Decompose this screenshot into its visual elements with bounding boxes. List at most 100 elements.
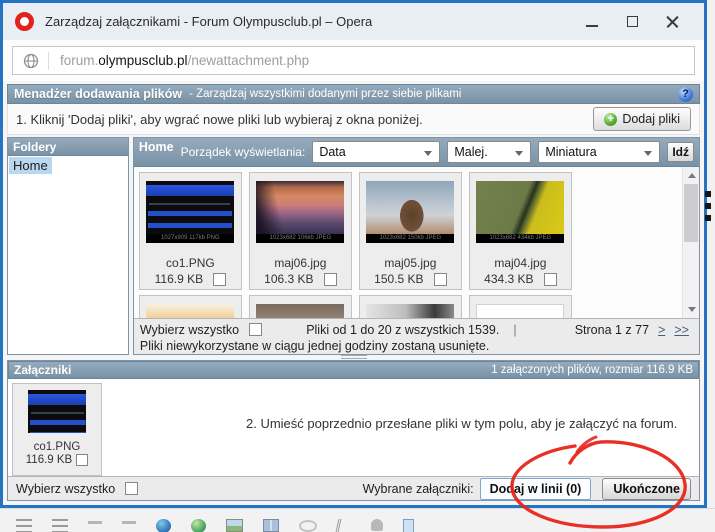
file-cell[interactable]: [249, 295, 352, 318]
attachments-header: Załączniki 1 załączonych plików, rozmiar…: [8, 361, 699, 379]
main-area: Foldery Home Home Porządek wyświetlania:…: [7, 137, 700, 355]
background-window-fragment: [705, 215, 711, 221]
file-cell[interactable]: [359, 295, 462, 318]
file-name: co1.PNG: [166, 256, 215, 270]
screenshot-stage: Zarządzaj załącznikami - Forum Olympuscl…: [0, 0, 715, 532]
url-prefix: forum.: [60, 53, 98, 68]
file-size: 434.3 KB: [484, 272, 533, 286]
file-cell[interactable]: [139, 295, 242, 318]
scroll-down-icon[interactable]: [683, 301, 699, 318]
file-thumbnail: 1023x682 106kb JPEG: [256, 181, 344, 243]
add-files-label: Dodaj pliki: [622, 112, 680, 126]
taskbar-icon[interactable]: [299, 520, 317, 532]
maximize-icon: [627, 16, 638, 27]
taskbar-icon[interactable]: [191, 519, 206, 532]
view-value: Miniatura: [545, 145, 596, 159]
step1-text: 1. Kliknij 'Dodaj pliki', aby wgrać nowe…: [16, 112, 423, 127]
attach-select-all-checkbox[interactable]: [125, 482, 138, 495]
add-inline-button[interactable]: Dodaj w linii (0): [480, 478, 592, 500]
file-size: 150.5 KB: [374, 272, 423, 286]
file-checkbox[interactable]: [213, 273, 226, 286]
help-icon[interactable]: ?: [678, 87, 693, 102]
thumbnail-scrollbar[interactable]: [682, 167, 699, 318]
view-select[interactable]: Miniatura: [538, 141, 660, 163]
manager-title: Menadżer dodawania plików: [14, 87, 182, 101]
globe-icon: [23, 53, 39, 69]
sort-select[interactable]: Data: [312, 141, 440, 163]
url-text: forum.olympusclub.pl/newattachment.php: [60, 53, 309, 68]
attachment-size: 116.9 KB: [26, 454, 72, 466]
opera-window: Zarządzaj załącznikami - Forum Olympuscl…: [0, 0, 707, 508]
taskbar: [0, 508, 715, 532]
thumb-caption: 1027x909 117kb PNG: [146, 234, 234, 243]
maximize-button[interactable]: [612, 7, 652, 37]
manager-header: Menadżer dodawania plików - Zarządzaj ws…: [7, 84, 700, 104]
file-cell[interactable]: [469, 295, 572, 318]
taskbar-icon[interactable]: [371, 519, 383, 531]
select-all-checkbox[interactable]: [249, 323, 262, 336]
attachment-checkbox[interactable]: [76, 454, 88, 466]
file-cell[interactable]: 1027x909 117kb PNG co1.PNG 116.9 KB: [139, 172, 242, 290]
url-input[interactable]: forum.olympusclub.pl/newattachment.php: [12, 46, 695, 75]
url-domain: olympusclub.pl: [98, 53, 187, 68]
thumb-caption: 1023x682 150kb JPEG: [366, 234, 454, 243]
next-page-link[interactable]: >: [658, 323, 665, 337]
file-cell[interactable]: 1023x682 150kb JPEG maj05.jpg 150.5 KB: [359, 172, 462, 290]
plus-icon: +: [604, 113, 617, 126]
file-checkbox[interactable]: [324, 273, 337, 286]
page-content: Menadżer dodawania plików - Zarządzaj ws…: [3, 81, 704, 505]
window-controls: [572, 7, 692, 37]
address-bar: forum.olympusclub.pl/newattachment.php: [3, 40, 704, 81]
last-page-link[interactable]: >>: [674, 323, 689, 337]
step2-text: 2. Umieść poprzednio przesłane pliki w t…: [246, 416, 677, 431]
file-thumbnail: 1023x682 434kb JPEG: [476, 181, 564, 243]
thumbnail-row-1: 1027x909 117kb PNG co1.PNG 116.9 KB 1023…: [134, 167, 576, 290]
taskbar-icon[interactable]: [156, 519, 171, 532]
title-bar: Zarządzaj załącznikami - Forum Olympuscl…: [3, 3, 704, 40]
taskbar-icon[interactable]: [226, 519, 243, 532]
taskbar-icon[interactable]: [52, 519, 68, 532]
attachments-footer: Wybierz wszystko Wybrane załączniki: Dod…: [8, 476, 699, 500]
taskbar-icon[interactable]: [263, 519, 279, 532]
add-files-button[interactable]: + Dodaj pliki: [593, 107, 691, 131]
attachment-thumbnail: [28, 390, 86, 433]
url-path: /newattachment.php: [188, 53, 310, 68]
window-title: Zarządzaj załącznikami - Forum Olympuscl…: [45, 14, 372, 29]
scroll-up-icon[interactable]: [683, 167, 699, 184]
range-info: Pliki od 1 do 20 z wszystkich 1539.: [306, 323, 499, 337]
thumb-caption: 1023x682 106kb JPEG: [256, 234, 344, 243]
order-select[interactable]: Malej.: [447, 141, 531, 163]
page-info: Strona 1 z 77: [575, 323, 649, 337]
resize-grip[interactable]: [341, 355, 367, 359]
taskbar-icon[interactable]: [16, 519, 32, 532]
order-value: Malej.: [454, 145, 487, 159]
thumb-caption: 1023x682 434kb JPEG: [476, 234, 564, 243]
file-cell[interactable]: 1023x682 106kb JPEG maj06.jpg 106.3 KB: [249, 172, 352, 290]
file-thumbnail: 1023x682 150kb JPEG: [366, 181, 454, 243]
attach-select-all-label: Wybierz wszystko: [16, 482, 115, 496]
url-separator: [48, 52, 49, 70]
file-thumbnail: [366, 304, 454, 318]
file-thumbnail: [256, 304, 344, 318]
taskbar-icon[interactable]: [403, 519, 414, 532]
file-thumbnail: [476, 304, 564, 318]
file-cell[interactable]: 1023x682 434kb JPEG maj04.jpg 434.3 KB: [469, 172, 572, 290]
file-checkbox[interactable]: [434, 273, 447, 286]
file-checkbox[interactable]: [544, 273, 557, 286]
info-separator: |: [513, 323, 516, 337]
done-button[interactable]: Ukończone: [602, 478, 691, 500]
file-thumbnail: 1027x909 117kb PNG: [146, 181, 234, 243]
taskbar-icon[interactable]: [88, 521, 102, 532]
close-button[interactable]: [652, 7, 692, 37]
attachment-cell[interactable]: co1.PNG 116.9 KB: [12, 383, 102, 476]
minimize-button[interactable]: [572, 7, 612, 37]
taskbar-icon[interactable]: [122, 521, 136, 532]
sort-value: Data: [319, 145, 345, 159]
file-size: 106.3 KB: [264, 272, 313, 286]
taskbar-icon[interactable]: [336, 519, 353, 532]
file-browser-panel: Home Porządek wyświetlania: Data Malej. …: [133, 137, 700, 355]
folder-item-home[interactable]: Home: [9, 157, 52, 174]
go-button[interactable]: Idź: [667, 142, 694, 162]
attachments-title: Załączniki: [14, 363, 71, 377]
scrollbar-thumb[interactable]: [684, 184, 698, 242]
